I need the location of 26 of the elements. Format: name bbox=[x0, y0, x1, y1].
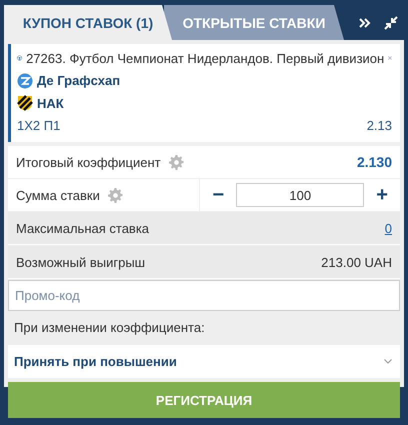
row-label: Итоговый коэффициент bbox=[16, 154, 161, 170]
promo-code-field[interactable]: Промо-код bbox=[8, 280, 400, 311]
row-label: Сумма ставки bbox=[16, 188, 100, 202]
event-title: 27263. Футбол Чемпионат Нидерландов. Первый дивизион bbox=[26, 50, 384, 66]
market-label: 1X2 П1 bbox=[17, 118, 60, 134]
minus-button[interactable]: − bbox=[200, 178, 236, 212]
gear-icon[interactable] bbox=[168, 154, 184, 170]
win-value: 213.00 UAH bbox=[321, 254, 392, 270]
odds-change-dropdown[interactable]: Принять при повышении bbox=[8, 345, 400, 378]
row-label: Максимальная ставка bbox=[16, 220, 150, 236]
team-emblem-icon bbox=[17, 72, 33, 89]
chevron-down-icon bbox=[384, 359, 392, 364]
gear-icon[interactable] bbox=[108, 188, 123, 202]
odds-value: 2.13 bbox=[366, 118, 392, 134]
team-name: НАК bbox=[37, 96, 64, 111]
tab[interactable]: КУПОН СТАВОК (1) bbox=[4, 5, 172, 40]
shield-icon bbox=[17, 95, 33, 112]
odds-change-label: При изменении коэффициента: bbox=[13, 319, 206, 337]
double-chevron-icon[interactable] bbox=[358, 18, 370, 28]
plus-button[interactable]: + bbox=[364, 178, 400, 212]
total-odds-value: 2.130 bbox=[356, 154, 392, 170]
team-name: Де Графсхап bbox=[37, 73, 120, 88]
row-label: Возможный выигрыш bbox=[16, 254, 146, 270]
stake-input[interactable]: 100 bbox=[236, 183, 364, 207]
collapse-icon[interactable] bbox=[384, 16, 398, 30]
max-stake-link[interactable]: 0 bbox=[384, 220, 392, 236]
